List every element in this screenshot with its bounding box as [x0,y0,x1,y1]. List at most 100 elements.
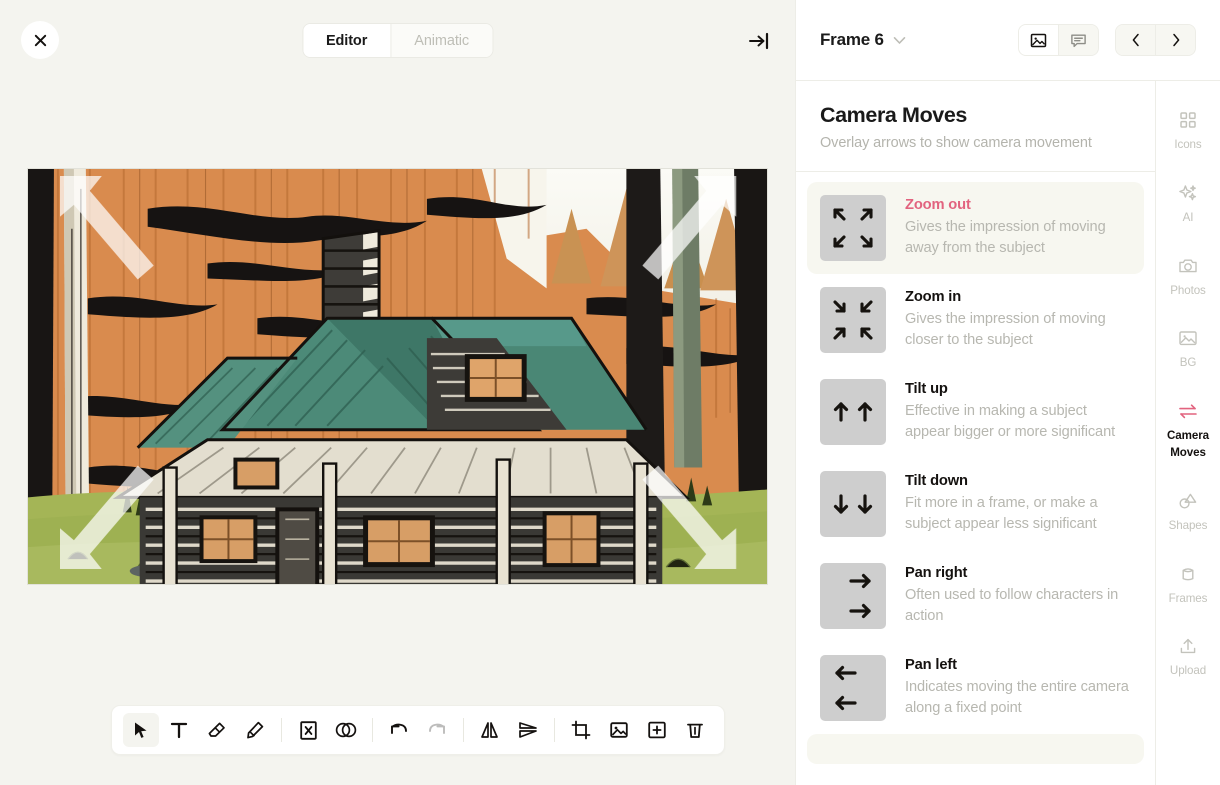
next-frame-button[interactable] [1156,25,1195,55]
tab-editor[interactable]: Editor [303,24,390,57]
list-item-partial[interactable] [807,734,1144,764]
sidebar-item-label: AI [1183,210,1194,227]
image-icon [1030,32,1047,49]
text-tool[interactable] [161,713,197,747]
camera-move-text: Zoom in Gives the impression of moving c… [905,287,1131,351]
list-item[interactable]: Tilt up Effective in making a subject ap… [807,366,1144,458]
sidebar-item-camera-moves[interactable]: Camera Moves [1156,390,1220,472]
sidebar-item-label: Icons [1174,137,1201,154]
camera-move-text: Pan left Indicates moving the entire cam… [905,655,1131,719]
camera-move-description: Indicates moving the entire camera along… [905,677,1131,719]
previous-frame-button[interactable] [1116,25,1155,55]
clear-tool[interactable] [290,713,326,747]
sidebar-item-label: BG [1180,355,1197,372]
image-view-button[interactable] [1019,25,1058,55]
frames-icon [1178,563,1198,585]
camera-move-description: Fit more in a frame, or make a subject a… [905,493,1131,535]
toolbar-divider [372,718,373,742]
undo-tool[interactable] [381,713,417,747]
redo-tool[interactable] [419,713,455,747]
camera-moves-list[interactable]: Zoom out Gives the impression of moving … [796,172,1155,785]
sidebar-item-upload[interactable]: Upload [1156,625,1220,690]
chevron-down-icon [893,36,906,45]
image-tool[interactable] [601,713,637,747]
sidebar-item-bg[interactable]: BG [1156,317,1220,382]
view-toggle-group[interactable] [1018,24,1099,56]
frame-canvas[interactable] [27,168,768,585]
toolbar-divider [281,718,282,742]
crop-icon [571,720,591,740]
image-icon [609,720,629,740]
camera-move-title: Zoom out [905,197,1131,213]
list-item[interactable]: Pan left Indicates moving the entire cam… [807,642,1144,734]
list-item[interactable]: Pan right Often used to follow character… [807,550,1144,642]
crop-tool[interactable] [563,713,599,747]
frame-illustration [28,169,767,584]
editor-area: Editor Animatic [0,0,795,785]
pencil-tool[interactable] [237,713,273,747]
arrows-up-icon [820,379,886,445]
sidebar-item-label: Upload [1170,663,1206,680]
sidebar-item-icons[interactable]: Icons [1156,99,1220,164]
camera-move-description: Effective in making a subject appear big… [905,401,1131,443]
close-button[interactable] [21,21,59,59]
sidebar-item-label: Frames [1169,591,1208,608]
eraser-tool[interactable] [199,713,235,747]
camera-move-title: Zoom in [905,289,1131,305]
grid-dots-icon [1179,109,1197,131]
camera-move-text: Pan right Often used to follow character… [905,563,1131,627]
camera-move-thumbnail [820,195,886,261]
tab-animatic[interactable]: Animatic [391,24,492,57]
chevron-left-icon [1131,33,1141,47]
sidebar-item-label: Camera Moves [1158,428,1218,462]
flip-horizontal-icon [479,720,501,740]
tool-rail: Icons AI [1156,81,1220,785]
camera-move-thumbnail [820,379,886,445]
sidebar-item-ai[interactable]: AI [1156,172,1220,237]
sidebar-item-shapes[interactable]: Shapes [1156,480,1220,545]
editor-mode-tabs[interactable]: Editor Animatic [302,23,493,58]
list-item[interactable]: Zoom out Gives the impression of moving … [807,182,1144,274]
list-item[interactable]: Tilt down Fit more in a frame, or make a… [807,458,1144,550]
section-title: Camera Moves [820,103,1131,128]
camera-move-description: Gives the impression of moving closer to… [905,309,1131,351]
duplicate-tool[interactable] [639,713,675,747]
flip-vertical-icon [517,720,539,740]
swap-arrows-icon [1177,400,1199,422]
redo-icon [426,721,448,739]
frame-selector[interactable]: Frame 6 [820,30,906,50]
flip-horizontal-tool[interactable] [472,713,508,747]
x-box-icon [299,720,318,741]
camera-move-title: Tilt down [905,473,1131,489]
app-root: Editor Animatic [0,0,1220,785]
panel-body: Camera Moves Overlay arrows to show came… [796,81,1220,785]
frame-nav-group[interactable] [1115,24,1196,56]
sidebar-item-frames[interactable]: Frames [1156,553,1220,618]
sidebar-item-label: Photos [1170,283,1206,300]
sparkles-icon [1178,182,1198,204]
comment-icon [1070,32,1087,49]
text-icon [170,721,188,739]
camera-move-title: Pan left [905,657,1131,673]
camera-move-thumbnail [820,287,886,353]
select-tool[interactable] [123,713,159,747]
trash-icon [685,720,705,740]
camera-move-title: Pan right [905,565,1131,581]
drawing-toolbar[interactable] [111,705,725,755]
collapse-panel-button[interactable] [745,28,773,54]
opacity-tool[interactable] [328,713,364,747]
right-panel: Frame 6 [795,0,1220,785]
flip-vertical-tool[interactable] [510,713,546,747]
notes-view-button[interactable] [1059,25,1098,55]
chevron-right-icon [1171,33,1181,47]
delete-tool[interactable] [677,713,713,747]
section-subtitle: Overlay arrows to show camera movement [820,135,1131,151]
camera-move-thumbnail [820,471,886,537]
list-item[interactable]: Zoom in Gives the impression of moving c… [807,274,1144,366]
overlapping-circles-icon [335,721,357,739]
sidebar-item-photos[interactable]: Photos [1156,245,1220,310]
picture-icon [1178,327,1198,349]
frame-label: Frame 6 [820,30,884,50]
camera-move-text: Tilt up Effective in making a subject ap… [905,379,1131,443]
section-header: Camera Moves Overlay arrows to show came… [796,81,1155,172]
